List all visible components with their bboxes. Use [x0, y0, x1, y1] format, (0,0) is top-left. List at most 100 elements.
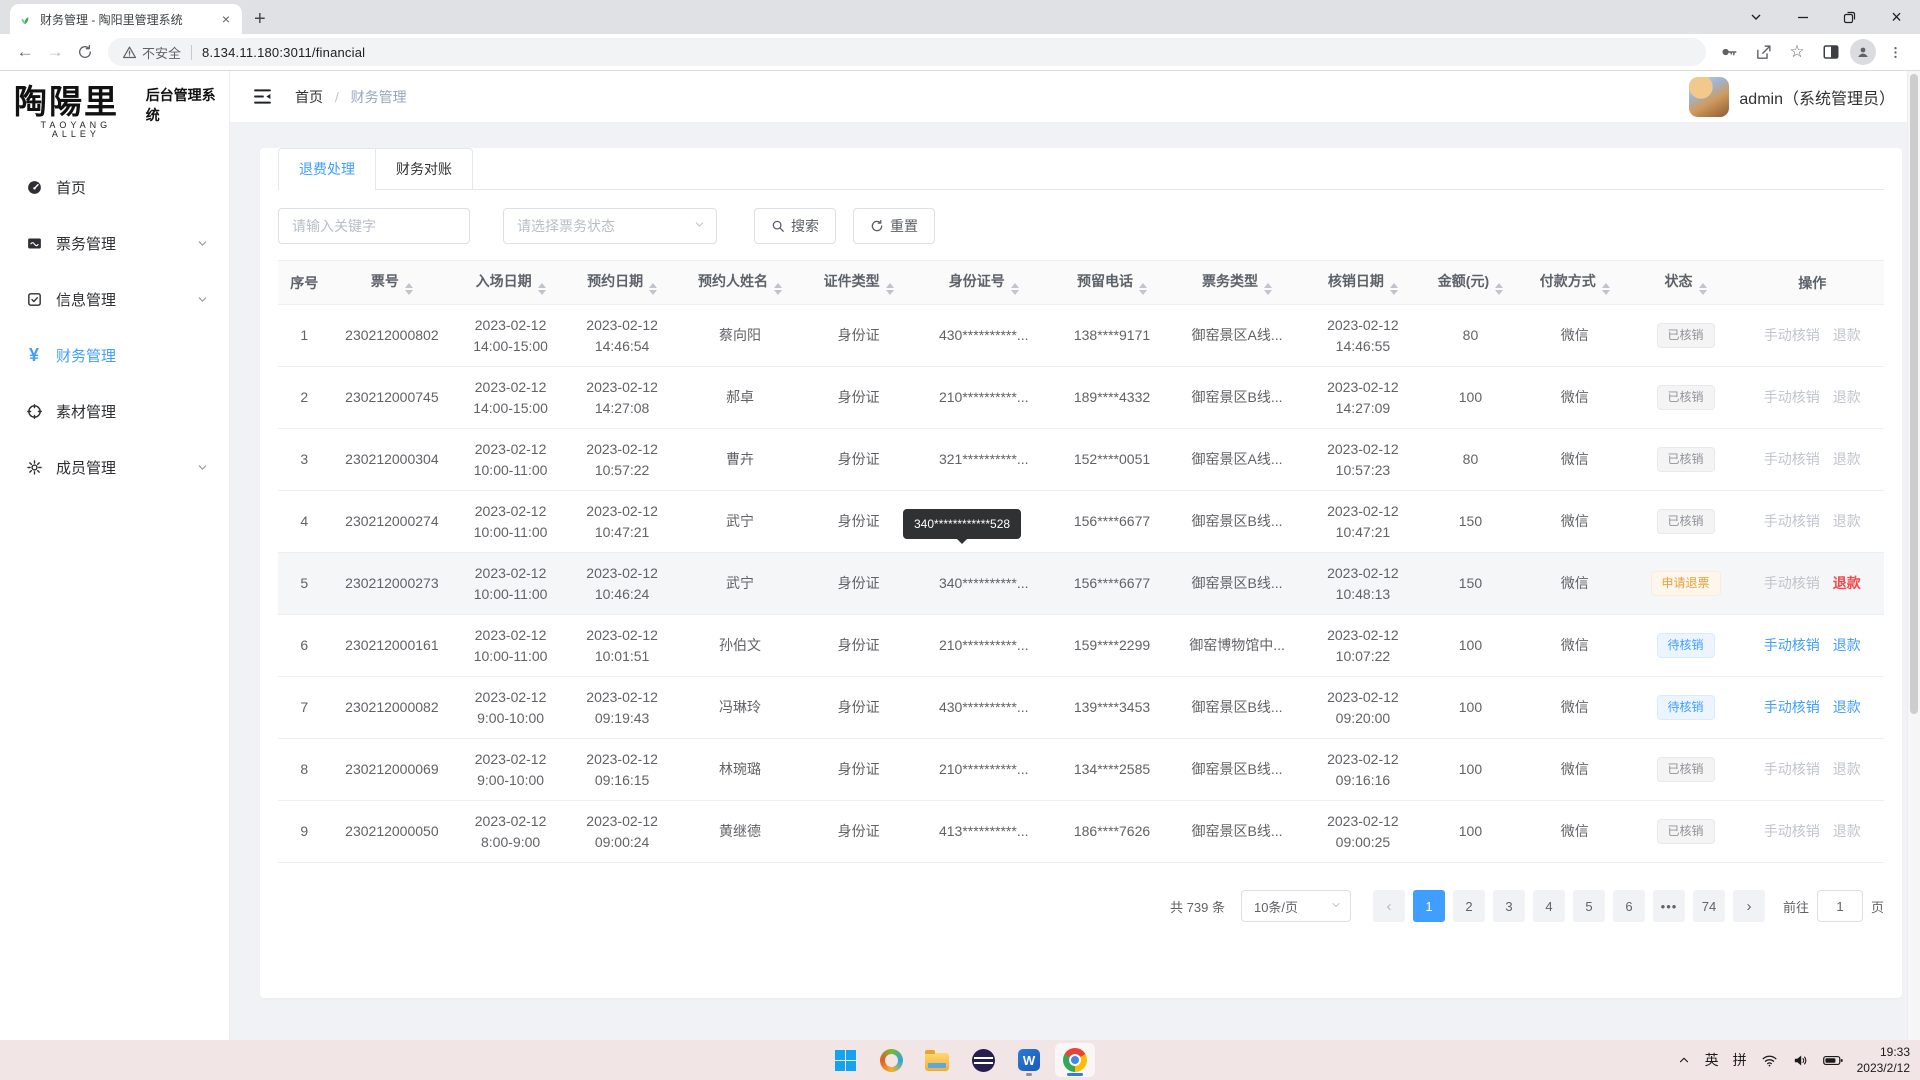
cell-id-number[interactable]: 340**********... — [914, 553, 1054, 615]
browser-menu-icon[interactable] — [1880, 37, 1910, 67]
cell-id-number[interactable]: 210**********... — [914, 615, 1054, 677]
system-clock[interactable]: 19:33 2023/2/12 — [1857, 1044, 1910, 1076]
column-header-verify_date[interactable]: 核销日期 — [1304, 261, 1422, 305]
manual-verify-link[interactable]: 手动核销 — [1764, 327, 1820, 343]
next-page-button[interactable]: › — [1733, 890, 1765, 922]
column-header-payment[interactable]: 付款方式 — [1519, 261, 1631, 305]
url-text[interactable]: 8.134.11.180:3011/financial — [202, 45, 365, 60]
restore-button[interactable] — [1826, 0, 1873, 34]
browser-profile-icon[interactable] — [1850, 39, 1876, 65]
window-menu-icon[interactable] — [1732, 0, 1779, 34]
cell-id-number[interactable]: 430**********... — [914, 305, 1054, 367]
manual-verify-link[interactable]: 手动核销 — [1764, 761, 1820, 777]
breadcrumb-home[interactable]: 首页 — [295, 89, 323, 105]
collapse-menu-icon[interactable] — [252, 86, 273, 107]
cell-id-number[interactable]: 413**********... — [914, 801, 1054, 863]
reload-button[interactable] — [70, 37, 100, 67]
battery-icon[interactable] — [1823, 1054, 1843, 1067]
sort-carets-icon[interactable] — [1495, 283, 1503, 295]
pager-more-button[interactable]: ••• — [1653, 890, 1685, 922]
column-header-id_number[interactable]: 身份证号 — [914, 261, 1054, 305]
tray-expand-icon[interactable] — [1677, 1053, 1691, 1067]
ime-lang-pinyin[interactable]: 拼 — [1733, 1050, 1747, 1070]
pager-page-button[interactable]: 1 — [1413, 890, 1445, 922]
refund-link[interactable]: 退款 — [1833, 761, 1861, 777]
manual-verify-link[interactable]: 手动核销 — [1764, 575, 1820, 591]
pager-page-button[interactable]: 4 — [1533, 890, 1565, 922]
goto-page-input[interactable] — [1817, 890, 1863, 922]
sidebar-item-ticket[interactable]: 票务管理 — [0, 215, 229, 271]
sort-carets-icon[interactable] — [538, 283, 546, 295]
back-button[interactable]: ← — [10, 37, 40, 67]
sort-carets-icon[interactable] — [649, 283, 657, 295]
prev-page-button[interactable]: ‹ — [1373, 890, 1405, 922]
sidebar-item-finance[interactable]: ¥ 财务管理 — [0, 327, 229, 383]
taskbar-eclipse[interactable] — [963, 1043, 1003, 1077]
manual-verify-link[interactable]: 手动核销 — [1764, 637, 1820, 653]
scrollbar-thumb[interactable] — [1910, 74, 1918, 714]
cell-id-number[interactable]: 210**********... — [914, 367, 1054, 429]
manual-verify-link[interactable]: 手动核销 — [1764, 389, 1820, 405]
pager-page-button[interactable]: 2 — [1453, 890, 1485, 922]
reset-button[interactable]: 重置 — [853, 208, 935, 244]
forward-button[interactable]: → — [40, 37, 70, 67]
search-button[interactable]: 搜索 — [754, 208, 836, 244]
password-key-icon[interactable] — [1714, 37, 1744, 67]
status-select[interactable]: 请选择票务状态 — [503, 208, 717, 244]
taskbar-explorer[interactable] — [917, 1043, 957, 1077]
manual-verify-link[interactable]: 手动核销 — [1764, 699, 1820, 715]
cell-id-number[interactable]: 430**********... — [914, 677, 1054, 739]
column-header-phone[interactable]: 预留电话 — [1054, 261, 1170, 305]
share-icon[interactable] — [1748, 37, 1778, 67]
refund-link[interactable]: 退款 — [1833, 327, 1861, 343]
pager-page-button[interactable]: 74 — [1693, 890, 1725, 922]
refund-link[interactable]: 退款 — [1833, 389, 1861, 405]
manual-verify-link[interactable]: 手动核销 — [1764, 451, 1820, 467]
sort-carets-icon[interactable] — [1390, 283, 1398, 295]
keyword-input[interactable] — [278, 208, 470, 244]
pager-page-button[interactable]: 6 — [1613, 890, 1645, 922]
close-button[interactable]: × — [1873, 0, 1920, 34]
url-bar[interactable]: 不安全 8.134.11.180:3011/financial — [108, 38, 1706, 66]
column-header-id_type[interactable]: 证件类型 — [804, 261, 914, 305]
refund-link[interactable]: 退款 — [1833, 637, 1861, 653]
sort-carets-icon[interactable] — [405, 283, 413, 295]
bookmark-star-icon[interactable]: ☆ — [1782, 37, 1812, 67]
sort-carets-icon[interactable] — [1699, 283, 1707, 295]
sort-carets-icon[interactable] — [886, 283, 894, 295]
ime-lang-en[interactable]: 英 — [1705, 1050, 1719, 1070]
tab-close-icon[interactable]: × — [218, 11, 234, 27]
pager-page-button[interactable]: 3 — [1493, 890, 1525, 922]
column-header-name[interactable]: 预约人姓名 — [676, 261, 803, 305]
column-header-ticket_type[interactable]: 票务类型 — [1170, 261, 1304, 305]
page-scrollbar[interactable] — [1907, 71, 1920, 1040]
sort-carets-icon[interactable] — [1602, 283, 1610, 295]
column-header-booking_date[interactable]: 预约日期 — [568, 261, 676, 305]
column-header-entry_date[interactable]: 入场日期 — [453, 261, 568, 305]
browser-tab[interactable]: 财务管理 - 陶阳里管理系统 × — [10, 4, 242, 34]
sort-carets-icon[interactable] — [1139, 283, 1147, 295]
refund-link[interactable]: 退款 — [1833, 823, 1861, 839]
cell-id-number[interactable]: 321**********... — [914, 429, 1054, 491]
security-label[interactable]: 不安全 — [142, 43, 181, 62]
refund-link[interactable]: 退款 — [1833, 451, 1861, 467]
new-tab-button[interactable]: + — [254, 9, 266, 29]
user-menu[interactable]: admin（系统管理员） — [1689, 77, 1895, 117]
taskbar-chrome[interactable] — [1055, 1043, 1095, 1077]
sidebar-item-home[interactable]: 首页 — [0, 159, 229, 215]
tab-refund[interactable]: 退费处理 — [279, 149, 375, 189]
sort-carets-icon[interactable] — [1264, 283, 1272, 295]
side-panel-icon[interactable] — [1816, 37, 1846, 67]
column-header-status[interactable]: 状态 — [1631, 261, 1741, 305]
column-header-ticket_no[interactable]: 票号 — [331, 261, 454, 305]
taskbar-word[interactable]: W — [1009, 1043, 1049, 1077]
pager-page-button[interactable]: 5 — [1573, 890, 1605, 922]
sidebar-item-info[interactable]: 信息管理 — [0, 271, 229, 327]
manual-verify-link[interactable]: 手动核销 — [1764, 823, 1820, 839]
minimize-button[interactable] — [1779, 0, 1826, 34]
column-header-amount[interactable]: 金额(元) — [1422, 261, 1519, 305]
wifi-icon[interactable] — [1761, 1052, 1778, 1069]
volume-icon[interactable] — [1792, 1052, 1809, 1069]
refund-link[interactable]: 退款 — [1833, 699, 1861, 715]
page-size-select[interactable]: 10条/页 — [1241, 890, 1351, 922]
